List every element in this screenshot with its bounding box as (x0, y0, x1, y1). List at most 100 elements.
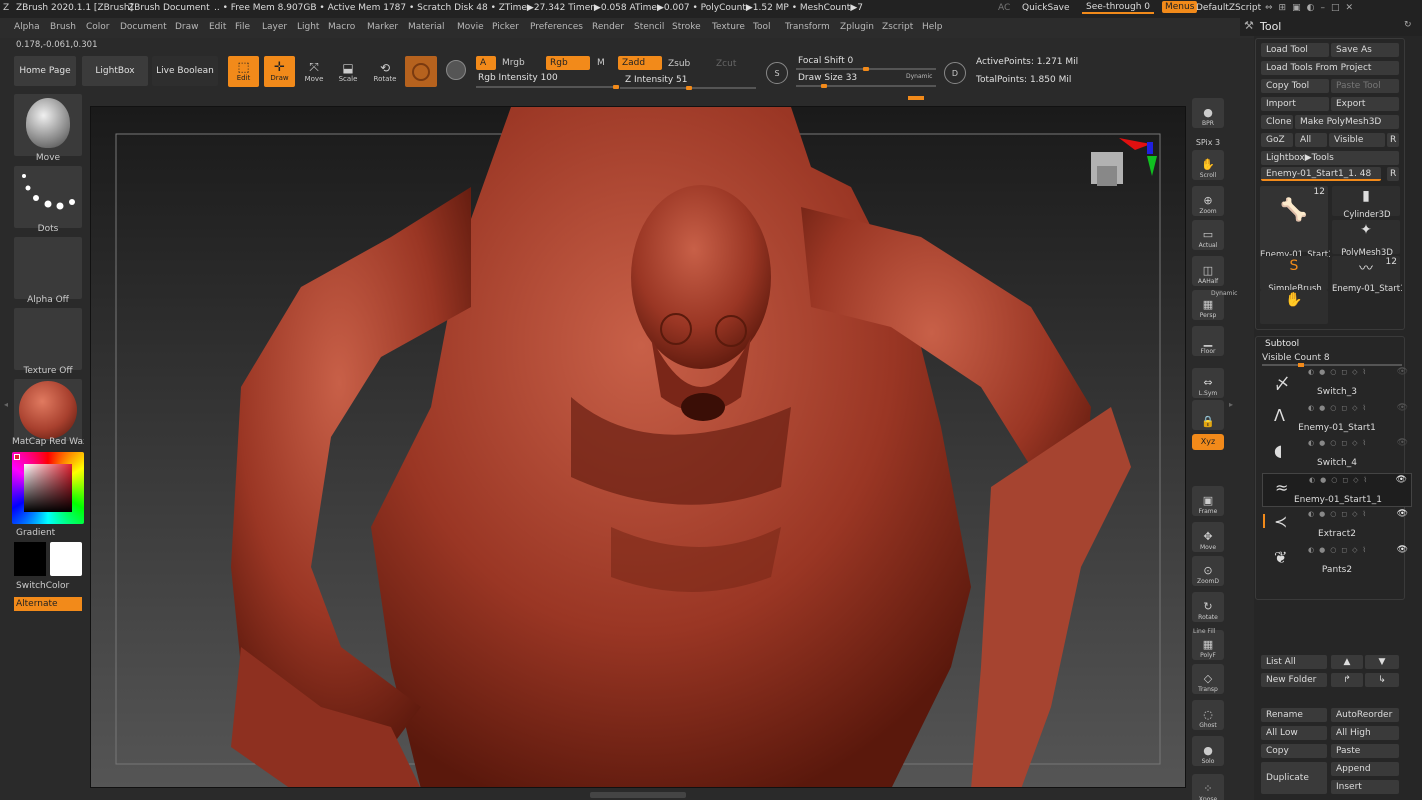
texture-selector[interactable] (14, 308, 82, 370)
minimize-icon[interactable]: – (1320, 3, 1331, 13)
zcut-toggle[interactable]: Zcut (716, 57, 736, 71)
default-zscript-button[interactable]: DefaultZScript (1196, 3, 1261, 13)
menu-movie[interactable]: Movie (457, 22, 484, 32)
switchcolor-button[interactable]: SwitchColor (12, 581, 84, 591)
sculptris-pro-button[interactable] (405, 56, 437, 87)
seethrough-slider[interactable]: See-through 0 (1082, 2, 1154, 14)
visibility-eye-icon[interactable]: 👁 (1397, 545, 1408, 555)
menu-edit[interactable]: Edit (209, 22, 226, 32)
menu-draw[interactable]: Draw (175, 22, 199, 32)
new-folder-button[interactable]: New Folder (1261, 673, 1327, 687)
saturation-square[interactable] (24, 464, 72, 512)
menu-marker[interactable]: Marker (367, 22, 398, 32)
folder-up-button[interactable]: ↱ (1331, 673, 1363, 687)
maximize-icon[interactable]: □ (1331, 3, 1346, 13)
menu-stroke[interactable]: Stroke (672, 22, 701, 32)
paste-subtool-button[interactable]: Paste (1331, 744, 1399, 758)
paste-tool-button[interactable]: Paste Tool (1331, 79, 1399, 93)
rgb-intensity-knob[interactable] (613, 85, 619, 89)
refresh-icon[interactable]: ↻ (1404, 20, 1412, 30)
left-tray-toggle-icon[interactable]: ◂ (4, 400, 8, 409)
scale-mode-button[interactable]: ⬓ Scale (334, 56, 362, 87)
rgb-intensity-slider[interactable] (476, 86, 616, 88)
append-button[interactable]: Append (1331, 762, 1399, 776)
make-polymesh-button[interactable]: Make PolyMesh3D (1295, 115, 1399, 129)
duplicate-button[interactable]: Duplicate (1261, 762, 1327, 794)
insert-button[interactable]: Insert (1331, 780, 1399, 794)
subtool-title[interactable]: Subtool (1265, 339, 1299, 349)
menu-render[interactable]: Render (592, 22, 624, 32)
floor-button[interactable]: ▁ Floor (1192, 326, 1224, 356)
draw-size-knob[interactable] (821, 84, 827, 88)
menu-zplugin[interactable]: Zplugin (840, 22, 874, 32)
visibility-eye-icon[interactable]: 👁 (1397, 367, 1408, 377)
xyz-button[interactable]: Xyz (1192, 434, 1224, 450)
goz-all-button[interactable]: All (1295, 133, 1327, 147)
visibility-eye-icon[interactable]: 👁 (1397, 403, 1408, 413)
zoom3d-button[interactable]: ⊙ ZoomD (1192, 556, 1224, 586)
edit-mode-button[interactable]: ⬚ Edit (228, 56, 259, 87)
palette-icon[interactable]: ⊞ (1279, 3, 1293, 13)
current-tool-slider[interactable]: Enemy-01_Start1_1. 48 (1261, 167, 1381, 181)
lsym-button[interactable]: ⇔ L.Sym (1192, 368, 1224, 398)
menu-light[interactable]: Light (297, 22, 319, 32)
menu-layer[interactable]: Layer (262, 22, 287, 32)
menu-document[interactable]: Document (120, 22, 167, 32)
subtool-scrollbar[interactable] (1263, 514, 1265, 528)
menu-preferences[interactable]: Preferences (530, 22, 583, 32)
menu-file[interactable]: File (235, 22, 250, 32)
clone-button[interactable]: Clone (1261, 115, 1293, 129)
import-button[interactable]: Import (1261, 97, 1329, 111)
view-move-button[interactable]: ✥ Move (1192, 522, 1224, 552)
help-icon[interactable]: ◐ (1307, 3, 1321, 13)
load-from-project-button[interactable]: Load Tools From Project (1261, 61, 1399, 75)
view-rotate-button[interactable]: ↻ Rotate (1192, 592, 1224, 622)
brush-selector[interactable] (14, 94, 82, 156)
subtool-option-icons[interactable]: ◐●○◻◇⌇ (1308, 546, 1371, 554)
move-down-button[interactable]: ▼ (1365, 655, 1399, 669)
tool-thumb[interactable]: S SimpleBrush (1260, 256, 1328, 294)
menu-color[interactable]: Color (86, 22, 110, 32)
stroke-selector[interactable] (14, 166, 82, 228)
goz-button[interactable]: GoZ (1261, 133, 1293, 147)
a-toggle[interactable]: A (476, 56, 496, 70)
lock-button[interactable]: 🔒 (1192, 400, 1224, 430)
m-toggle[interactable]: M (597, 56, 605, 70)
lightbox-tools-button[interactable]: Lightbox▶Tools (1261, 151, 1399, 165)
close-icon[interactable]: ✕ (1345, 3, 1359, 13)
visibility-eye-icon[interactable]: 👁 (1397, 509, 1408, 519)
bpr-button[interactable]: ● BPR (1192, 98, 1224, 128)
all-low-button[interactable]: All Low (1261, 726, 1327, 740)
subtool-row[interactable]: ❦ ◐●○◻◇⌇ 👁 Pants2 (1262, 544, 1412, 578)
menu-macro[interactable]: Macro (328, 22, 355, 32)
subtool-row[interactable]: ᐱ ◐●○◻◇⌇ 👁 Enemy-01_Start1 (1262, 402, 1412, 436)
move-up-button[interactable]: ▲ (1331, 655, 1363, 669)
tool-thumb[interactable]: ▮ Cylinder3D (1332, 186, 1400, 220)
copy-tool-button[interactable]: Copy Tool (1261, 79, 1329, 93)
rgb-toggle[interactable]: Rgb (546, 56, 590, 70)
menu-help[interactable]: Help (922, 22, 943, 32)
scroll-button[interactable]: ✋ Scroll (1192, 150, 1224, 180)
ac-label[interactable]: AC (998, 3, 1010, 13)
subtool-option-icons[interactable]: ◐●○◻◇⌇ (1309, 476, 1372, 484)
bottom-tray-toggle[interactable] (590, 792, 686, 798)
goz-visible-button[interactable]: Visible (1329, 133, 1385, 147)
zsub-toggle[interactable]: Zsub (668, 57, 690, 71)
lightbox-button[interactable]: LightBox (82, 56, 148, 86)
menu-tool[interactable]: Tool (753, 22, 770, 32)
export-button[interactable]: Export (1331, 97, 1399, 111)
current-tool-r-button[interactable]: R (1387, 167, 1399, 181)
rotate-mode-button[interactable]: ⟲ Rotate (370, 56, 400, 87)
dynamic-label[interactable]: Dynamic (906, 73, 932, 80)
load-tool-button[interactable]: Load Tool (1261, 43, 1329, 57)
subtool-row[interactable]: 〆 ◐●○◻◇⌇ 👁 Switch_3 (1262, 366, 1412, 400)
secondary-color-swatch[interactable] (50, 542, 82, 576)
menus-toggle[interactable]: Menus (1162, 1, 1198, 13)
actual-button[interactable]: ▭ Actual (1192, 220, 1224, 250)
frame-button[interactable]: ▣ Frame (1192, 486, 1224, 516)
material-sphere-icon[interactable] (446, 60, 466, 80)
aahalf-button[interactable]: ◫ AAHalf (1192, 256, 1224, 286)
menu-transform[interactable]: Transform (785, 22, 830, 32)
menu-zscript[interactable]: Zscript (882, 22, 913, 32)
subtool-option-icons[interactable]: ◐●○◻◇⌇ (1308, 404, 1371, 412)
